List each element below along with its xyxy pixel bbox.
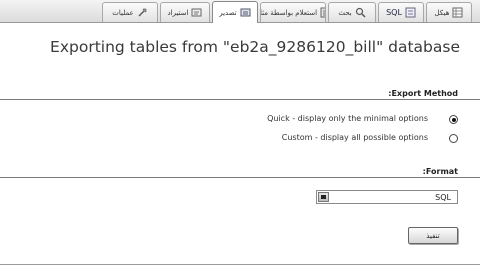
tab-export[interactable]: تصدير [212,1,258,23]
query-icon [320,7,325,18]
page-title: Exporting tables from "eb2a_9286120_bill… [50,38,460,56]
quick-option-label[interactable]: Quick - display only the minimal options [267,114,428,123]
tab-operations-label: عمليات [112,8,134,17]
chevron-down-icon[interactable] [318,192,329,202]
export-method-divider [0,99,480,100]
structure-icon [452,7,463,18]
search-icon [355,7,366,18]
custom-option-label[interactable]: Custom - display all possible options [282,133,428,142]
go-button[interactable]: تنفيذ [408,227,458,244]
tab-query[interactable]: استعلام بواسطة مثال [260,2,326,22]
operations-icon [138,8,147,17]
tab-search-label: بحث [338,8,352,17]
format-legend: Format: [422,167,458,176]
tab-sql[interactable]: SQL [378,2,424,22]
tab-import-label: استيراد [167,8,189,17]
tab-search[interactable]: بحث [328,2,376,22]
import-icon [191,8,202,17]
tab-sql-label: SQL [386,8,402,17]
go-button-label: تنفيذ [426,231,440,240]
tab-bar: عمليات استيراد تصدير استعلام بواسطة مثال… [0,0,480,23]
tab-import[interactable]: استيراد [160,2,210,22]
bottom-divider [0,264,480,265]
tab-structure-label: هيكل [434,8,450,17]
sql-icon [405,7,416,18]
tab-operations[interactable]: عمليات [102,2,158,22]
tab-structure[interactable]: هيكل [426,2,472,22]
format-divider [0,177,480,178]
format-select-value: SQL [435,192,451,202]
quick-option-radio[interactable] [449,115,458,124]
export-method-legend: Export Method: [388,89,458,98]
format-select[interactable]: SQL [316,190,458,204]
custom-option-radio[interactable] [449,134,458,143]
tab-query-label: استعلام بواسطة مثال [260,8,318,17]
tab-export-label: تصدير [219,8,237,17]
export-icon [240,8,251,17]
